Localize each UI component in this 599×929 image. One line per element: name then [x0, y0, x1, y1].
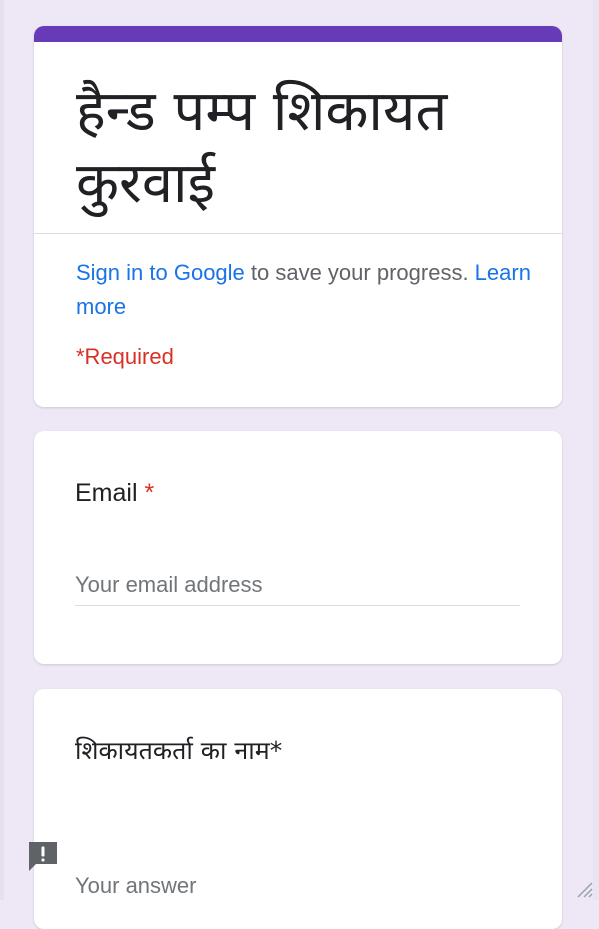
- report-feedback-icon[interactable]: [25, 838, 61, 874]
- name-question-title: शिकायतकर्ता का नाम*: [75, 736, 283, 765]
- name-answer-field[interactable]: [75, 871, 520, 901]
- signin-text: to save your progress.: [244, 260, 475, 285]
- email-label: Email: [75, 479, 138, 507]
- required-star: *: [144, 479, 155, 507]
- form-header-card: हैन्ड पम्प शिकायत कुरवाई Sign in to Goog…: [34, 26, 562, 407]
- resize-handle-icon[interactable]: [575, 880, 593, 898]
- header-accent-bar: [34, 26, 562, 42]
- required-note: *Required: [76, 344, 174, 369]
- form-title: हैन्ड पम्प शिकायत कुरवाई: [76, 79, 448, 216]
- email-question-card: Email *: [34, 431, 562, 664]
- window-right-edge: [593, 0, 599, 900]
- name-question-card: शिकायतकर्ता का नाम*: [34, 689, 562, 929]
- signin-link[interactable]: Sign in to Google: [76, 260, 245, 285]
- signin-message: Sign in to Google to save your progress.…: [76, 256, 546, 324]
- email-question-title: Email *: [75, 479, 154, 508]
- email-field[interactable]: [75, 565, 520, 606]
- title-divider: [34, 233, 562, 234]
- window-left-edge: [0, 0, 4, 900]
